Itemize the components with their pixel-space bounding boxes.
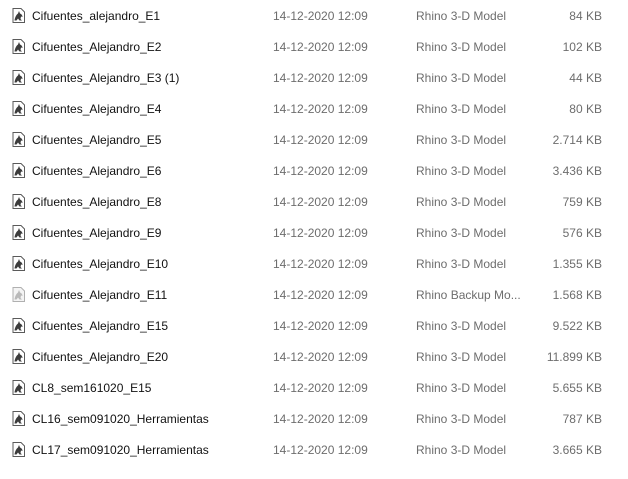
file-size: 1.355 KB — [552, 257, 602, 271]
file-size: 3.665 KB — [552, 443, 602, 457]
file-date-modified: 14-12-2020 12:09 — [273, 195, 368, 209]
rhino-model-icon — [12, 318, 25, 333]
file-date-modified: 14-12-2020 12:09 — [273, 257, 368, 271]
file-type: Rhino 3-D Model — [416, 350, 507, 364]
file-type: Rhino 3-D Model — [416, 319, 507, 333]
file-date-modified: 14-12-2020 12:09 — [273, 40, 368, 54]
rhino-model-icon — [12, 256, 25, 271]
file-name[interactable]: Cifuentes_alejandro_E1 — [32, 9, 160, 23]
file-name[interactable]: Cifuentes_Alejandro_E5 — [32, 133, 161, 147]
file-date-modified: 14-12-2020 12:09 — [273, 412, 368, 426]
file-size: 44 KB — [569, 71, 602, 85]
file-row[interactable]: Cifuentes_Alejandro_E8 14-12-2020 12:09 … — [0, 187, 628, 217]
file-row[interactable]: Cifuentes_Alejandro_E3 (1) 14-12-2020 12… — [0, 63, 628, 93]
file-size: 5.655 KB — [552, 381, 602, 395]
rhino-model-icon — [12, 380, 25, 395]
file-size: 1.568 KB — [552, 288, 602, 302]
file-list: Cifuentes_alejandro_E1 14-12-2020 12:09 … — [0, 0, 628, 479]
file-type: Rhino 3-D Model — [416, 412, 507, 426]
file-date-modified: 14-12-2020 12:09 — [273, 9, 368, 23]
file-name[interactable]: Cifuentes_Alejandro_E6 — [32, 164, 161, 178]
file-date-modified: 14-12-2020 12:09 — [273, 443, 368, 457]
rhino-model-icon — [12, 8, 25, 23]
file-type: Rhino Backup Mo... — [416, 288, 521, 302]
file-name[interactable]: Cifuentes_Alejandro_E15 — [32, 319, 168, 333]
file-type: Rhino 3-D Model — [416, 9, 507, 23]
file-name[interactable]: CL8_sem161020_E15 — [32, 381, 151, 395]
file-type: Rhino 3-D Model — [416, 164, 507, 178]
rhino-model-icon — [12, 163, 25, 178]
file-date-modified: 14-12-2020 12:09 — [273, 319, 368, 333]
rhino-model-icon — [12, 442, 25, 457]
file-type: Rhino 3-D Model — [416, 195, 507, 209]
file-size: 80 KB — [569, 102, 602, 116]
rhino-model-icon — [12, 194, 25, 209]
file-date-modified: 14-12-2020 12:09 — [273, 288, 368, 302]
file-row[interactable]: CL16_sem091020_Herramientas 14-12-2020 1… — [0, 404, 628, 434]
rhino-model-icon — [12, 101, 25, 116]
file-size: 3.436 KB — [552, 164, 602, 178]
file-name[interactable]: CL17_sem091020_Herramientas — [32, 443, 209, 457]
file-date-modified: 14-12-2020 12:09 — [273, 133, 368, 147]
file-size: 84 KB — [569, 9, 602, 23]
file-name[interactable]: Cifuentes_Alejandro_E20 — [32, 350, 168, 364]
file-row[interactable]: Cifuentes_Alejandro_E20 14-12-2020 12:09… — [0, 342, 628, 372]
file-name[interactable]: Cifuentes_Alejandro_E2 — [32, 40, 161, 54]
file-row[interactable]: CL17_sem091020_Herramientas 14-12-2020 1… — [0, 435, 628, 465]
file-row[interactable]: Cifuentes_Alejandro_E15 14-12-2020 12:09… — [0, 311, 628, 341]
file-date-modified: 14-12-2020 12:09 — [273, 381, 368, 395]
file-row[interactable]: Cifuentes_Alejandro_E4 14-12-2020 12:09 … — [0, 94, 628, 124]
file-row[interactable]: Cifuentes_Alejandro_E11 14-12-2020 12:09… — [0, 280, 628, 310]
rhino-model-icon — [12, 411, 25, 426]
file-type: Rhino 3-D Model — [416, 40, 507, 54]
file-name[interactable]: Cifuentes_Alejandro_E11 — [32, 288, 167, 302]
file-name[interactable]: Cifuentes_Alejandro_E8 — [32, 195, 161, 209]
rhino-model-icon — [12, 132, 25, 147]
file-date-modified: 14-12-2020 12:09 — [273, 164, 368, 178]
file-row[interactable]: Cifuentes_Alejandro_E2 14-12-2020 12:09 … — [0, 32, 628, 62]
file-row[interactable]: Cifuentes_Alejandro_E10 14-12-2020 12:09… — [0, 249, 628, 279]
file-size: 9.522 KB — [552, 319, 602, 333]
rhino-model-icon — [12, 349, 25, 364]
file-date-modified: 14-12-2020 12:09 — [273, 350, 368, 364]
file-type: Rhino 3-D Model — [416, 226, 507, 240]
file-name[interactable]: Cifuentes_Alejandro_E10 — [32, 257, 168, 271]
file-type: Rhino 3-D Model — [416, 381, 507, 395]
file-row[interactable]: Cifuentes_Alejandro_E5 14-12-2020 12:09 … — [0, 125, 628, 155]
file-size: 11.899 KB — [546, 350, 602, 364]
file-size: 787 KB — [562, 412, 602, 426]
file-type: Rhino 3-D Model — [416, 443, 507, 457]
file-type: Rhino 3-D Model — [416, 102, 507, 116]
rhino-model-icon — [12, 70, 25, 85]
file-row[interactable]: Cifuentes_Alejandro_E9 14-12-2020 12:09 … — [0, 218, 628, 248]
file-size: 759 KB — [562, 195, 602, 209]
file-type: Rhino 3-D Model — [416, 71, 507, 85]
rhino-model-icon — [12, 39, 25, 54]
file-row[interactable]: Cifuentes_Alejandro_E6 14-12-2020 12:09 … — [0, 156, 628, 186]
file-row[interactable]: Cifuentes_alejandro_E1 14-12-2020 12:09 … — [0, 1, 628, 31]
file-row[interactable]: CL8_sem161020_E15 14-12-2020 12:09 Rhino… — [0, 373, 628, 403]
file-name[interactable]: CL16_sem091020_Herramientas — [32, 412, 209, 426]
rhino-model-icon — [12, 225, 25, 240]
file-size: 102 KB — [562, 40, 602, 54]
file-name[interactable]: Cifuentes_Alejandro_E9 — [32, 226, 161, 240]
file-name[interactable]: Cifuentes_Alejandro_E3 (1) — [32, 71, 179, 85]
file-type: Rhino 3-D Model — [416, 133, 507, 147]
file-size: 2.714 KB — [552, 133, 602, 147]
file-date-modified: 14-12-2020 12:09 — [273, 226, 368, 240]
file-date-modified: 14-12-2020 12:09 — [273, 102, 368, 116]
file-size: 576 KB — [562, 226, 602, 240]
file-name[interactable]: Cifuentes_Alejandro_E4 — [32, 102, 161, 116]
rhino-backup-icon — [12, 287, 25, 302]
file-date-modified: 14-12-2020 12:09 — [273, 71, 368, 85]
file-type: Rhino 3-D Model — [416, 257, 507, 271]
